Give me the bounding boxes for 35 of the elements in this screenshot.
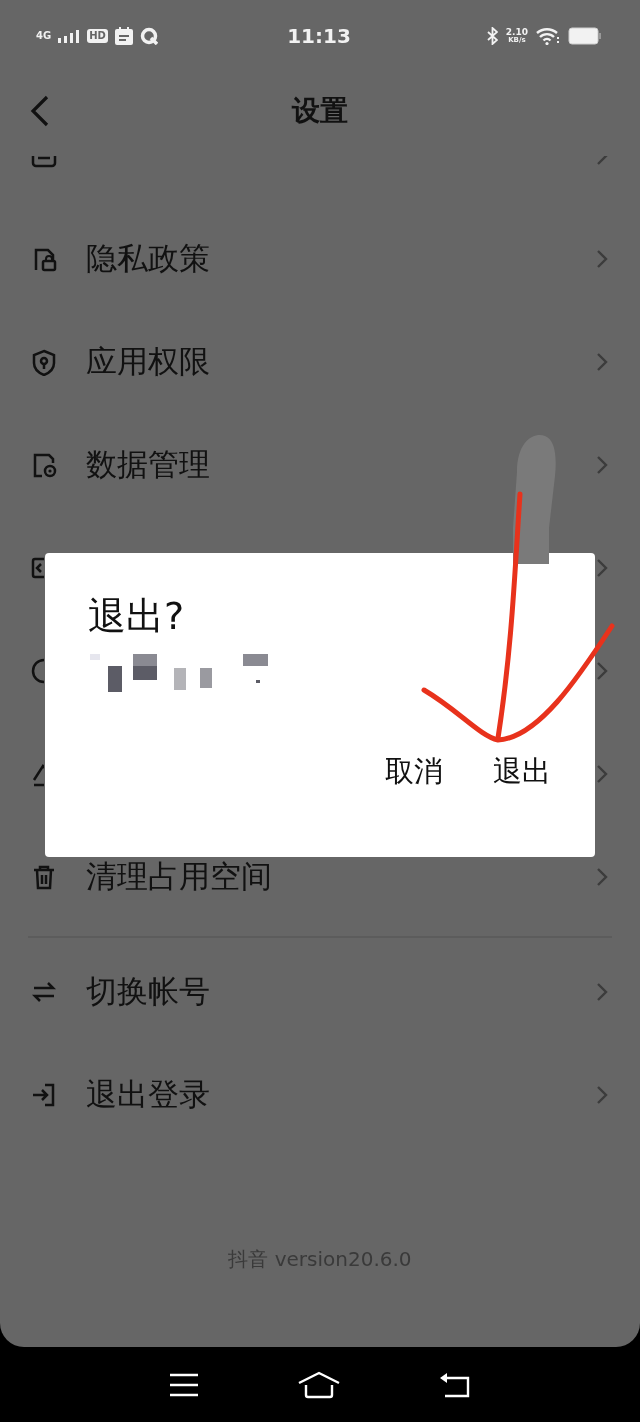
- network-type: 4G: [36, 31, 52, 41]
- menu-icon[interactable]: [169, 1372, 200, 1397]
- back-icon[interactable]: [438, 1371, 471, 1398]
- chevron-right-icon: [596, 763, 608, 784]
- settings-item[interactable]: 清理占用空间: [0, 825, 640, 928]
- home-icon[interactable]: [298, 1370, 340, 1399]
- clock: 11:13: [286, 24, 352, 48]
- network-speed: 2.10: [505, 27, 528, 37]
- settings-item[interactable]: 退出登录: [0, 1043, 640, 1146]
- hd-badge: HD: [87, 29, 108, 43]
- chevron-right-icon: [596, 155, 608, 166]
- bluetooth-icon: [486, 27, 498, 45]
- battery-icon: [568, 27, 602, 45]
- calendar-icon: [114, 27, 133, 45]
- chevron-right-icon: [596, 981, 608, 1002]
- chevron-right-icon: [596, 557, 608, 578]
- chevron-right-icon: [596, 660, 608, 681]
- signal-icon: [58, 29, 81, 43]
- settings-item[interactable]: 切换帐号: [0, 940, 640, 1043]
- settings-item[interactable]: 应用权限: [0, 310, 640, 413]
- page-title: 设置: [292, 93, 348, 129]
- settings-item[interactable]: 隐私政策: [0, 207, 640, 310]
- chevron-right-icon: [596, 248, 608, 269]
- chevron-right-icon: [596, 866, 608, 887]
- app-notification-icon: [139, 27, 158, 45]
- dialog-title: 退出?: [88, 593, 185, 640]
- dialog-button[interactable]: 退出: [493, 752, 551, 792]
- chevron-right-icon: [596, 454, 608, 475]
- document-icon: [30, 155, 58, 170]
- chevron-right-icon: [596, 351, 608, 372]
- wifi-icon: [536, 27, 560, 45]
- chevron-right-icon: [596, 1084, 608, 1105]
- shield-icon: [30, 347, 58, 376]
- settings-item[interactable]: 数据管理: [0, 413, 640, 516]
- dialog-button[interactable]: 取消: [385, 752, 443, 792]
